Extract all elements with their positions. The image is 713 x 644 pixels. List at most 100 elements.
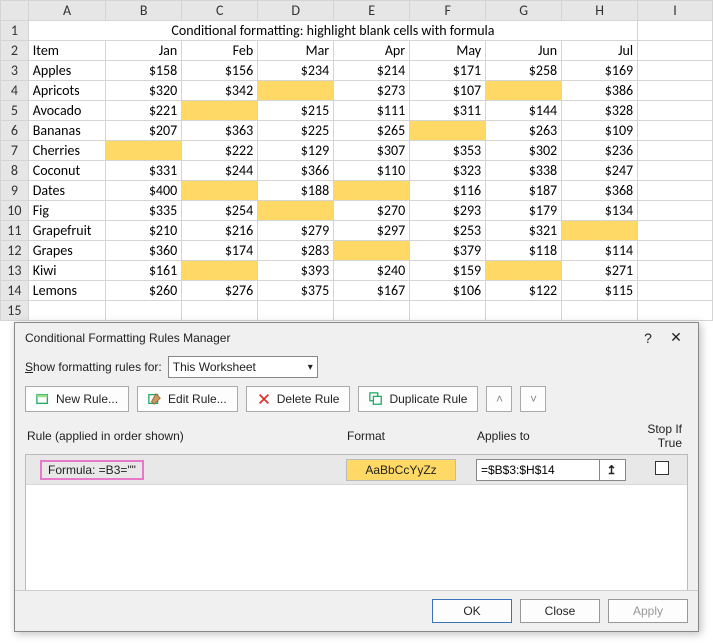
row-header[interactable]: 7 <box>1 141 29 161</box>
cell[interactable]: $375 <box>258 281 334 301</box>
cell[interactable]: $297 <box>334 221 410 241</box>
cell[interactable]: $273 <box>334 81 410 101</box>
row-header[interactable]: 5 <box>1 101 29 121</box>
cell[interactable]: $338 <box>486 161 562 181</box>
cell[interactable]: $260 <box>106 281 182 301</box>
applies-to-field[interactable] <box>477 463 599 477</box>
cell[interactable]: $187 <box>486 181 562 201</box>
row-header[interactable]: 11 <box>1 221 29 241</box>
cell[interactable]: $276 <box>182 281 258 301</box>
cell[interactable]: $331 <box>106 161 182 181</box>
duplicate-rule-button[interactable]: Duplicate Rule <box>358 386 478 412</box>
cell[interactable]: $179 <box>486 201 562 221</box>
cell[interactable]: $221 <box>106 101 182 121</box>
cell[interactable] <box>638 61 713 81</box>
cell[interactable] <box>182 101 258 121</box>
cell[interactable]: Fig <box>28 201 105 221</box>
cell[interactable]: $321 <box>486 221 562 241</box>
cell[interactable]: $169 <box>562 61 638 81</box>
cell[interactable]: $283 <box>258 241 334 261</box>
cell[interactable]: $216 <box>182 221 258 241</box>
cell[interactable]: $379 <box>410 241 486 261</box>
cell[interactable] <box>334 301 410 321</box>
cell[interactable]: $134 <box>562 201 638 221</box>
cell[interactable]: $174 <box>182 241 258 261</box>
cell[interactable] <box>106 301 182 321</box>
close-icon[interactable]: ✕ <box>662 329 690 346</box>
edit-rule-button[interactable]: Edit Rule... <box>137 386 238 412</box>
cell[interactable]: $263 <box>486 121 562 141</box>
cell[interactable]: $328 <box>562 101 638 121</box>
cell[interactable] <box>486 301 562 321</box>
cell[interactable]: $225 <box>258 121 334 141</box>
cell[interactable]: Item <box>28 41 105 61</box>
sheet-title[interactable]: Conditional formatting: highlight blank … <box>28 21 637 41</box>
cell[interactable]: $129 <box>258 141 334 161</box>
cell[interactable]: $253 <box>410 221 486 241</box>
cell[interactable]: $236 <box>562 141 638 161</box>
cell[interactable]: Apples <box>28 61 105 81</box>
scope-dropdown[interactable]: This Worksheet ▾ <box>168 356 318 378</box>
range-picker-icon[interactable]: ↥ <box>599 460 623 480</box>
row-header[interactable]: 9 <box>1 181 29 201</box>
cell[interactable]: $114 <box>562 241 638 261</box>
cell[interactable] <box>638 41 713 61</box>
cell[interactable]: Bananas <box>28 121 105 141</box>
cell[interactable]: $293 <box>410 201 486 221</box>
cell[interactable] <box>410 301 486 321</box>
cell[interactable]: $118 <box>486 241 562 261</box>
cell[interactable] <box>562 221 638 241</box>
row-header[interactable]: 14 <box>1 281 29 301</box>
cell[interactable]: $116 <box>410 181 486 201</box>
col-header[interactable]: D <box>258 1 334 21</box>
cell[interactable]: $363 <box>182 121 258 141</box>
cell[interactable] <box>486 261 562 281</box>
cell[interactable]: $215 <box>258 101 334 121</box>
cell[interactable]: Cherries <box>28 141 105 161</box>
delete-rule-button[interactable]: Delete Rule <box>246 386 351 412</box>
cell[interactable]: $311 <box>410 101 486 121</box>
cell[interactable]: Jan <box>106 41 182 61</box>
cell[interactable]: $335 <box>106 201 182 221</box>
cell[interactable]: $240 <box>334 261 410 281</box>
cell[interactable]: $258 <box>486 61 562 81</box>
row-header[interactable]: 8 <box>1 161 29 181</box>
close-button[interactable]: Close <box>520 599 600 623</box>
cell[interactable]: $161 <box>106 261 182 281</box>
col-header[interactable]: G <box>486 1 562 21</box>
cell[interactable] <box>258 301 334 321</box>
cell[interactable] <box>638 241 713 261</box>
stop-if-true-checkbox[interactable] <box>655 461 669 475</box>
row-header[interactable]: 4 <box>1 81 29 101</box>
cell[interactable]: $214 <box>334 61 410 81</box>
new-rule-button[interactable]: New Rule... <box>25 386 129 412</box>
cell[interactable]: $107 <box>410 81 486 101</box>
select-all-corner[interactable] <box>1 1 29 21</box>
rule-row[interactable]: Formula: =B3="" AaBbCcYyZz ↥ <box>26 455 687 485</box>
cell[interactable]: Apr <box>334 41 410 61</box>
cell[interactable]: Grapefruit <box>28 221 105 241</box>
cell[interactable]: $109 <box>562 121 638 141</box>
cell[interactable]: $265 <box>334 121 410 141</box>
cell[interactable]: Jun <box>486 41 562 61</box>
cell[interactable] <box>486 81 562 101</box>
apply-button[interactable]: Apply <box>608 599 688 623</box>
row-header[interactable]: 15 <box>1 301 29 321</box>
col-header[interactable]: H <box>562 1 638 21</box>
row-header[interactable]: 1 <box>1 21 29 41</box>
cell[interactable] <box>182 261 258 281</box>
cell[interactable] <box>562 301 638 321</box>
cell[interactable]: $122 <box>486 281 562 301</box>
cell[interactable]: $159 <box>410 261 486 281</box>
cell[interactable] <box>638 261 713 281</box>
ok-button[interactable]: OK <box>432 599 512 623</box>
cell[interactable]: $110 <box>334 161 410 181</box>
cell[interactable]: Mar <box>258 41 334 61</box>
cell[interactable]: $366 <box>258 161 334 181</box>
row-header[interactable]: 6 <box>1 121 29 141</box>
cell[interactable]: $171 <box>410 61 486 81</box>
cell[interactable]: $342 <box>182 81 258 101</box>
cell[interactable] <box>638 141 713 161</box>
cell[interactable]: $210 <box>106 221 182 241</box>
cell[interactable]: $393 <box>258 261 334 281</box>
